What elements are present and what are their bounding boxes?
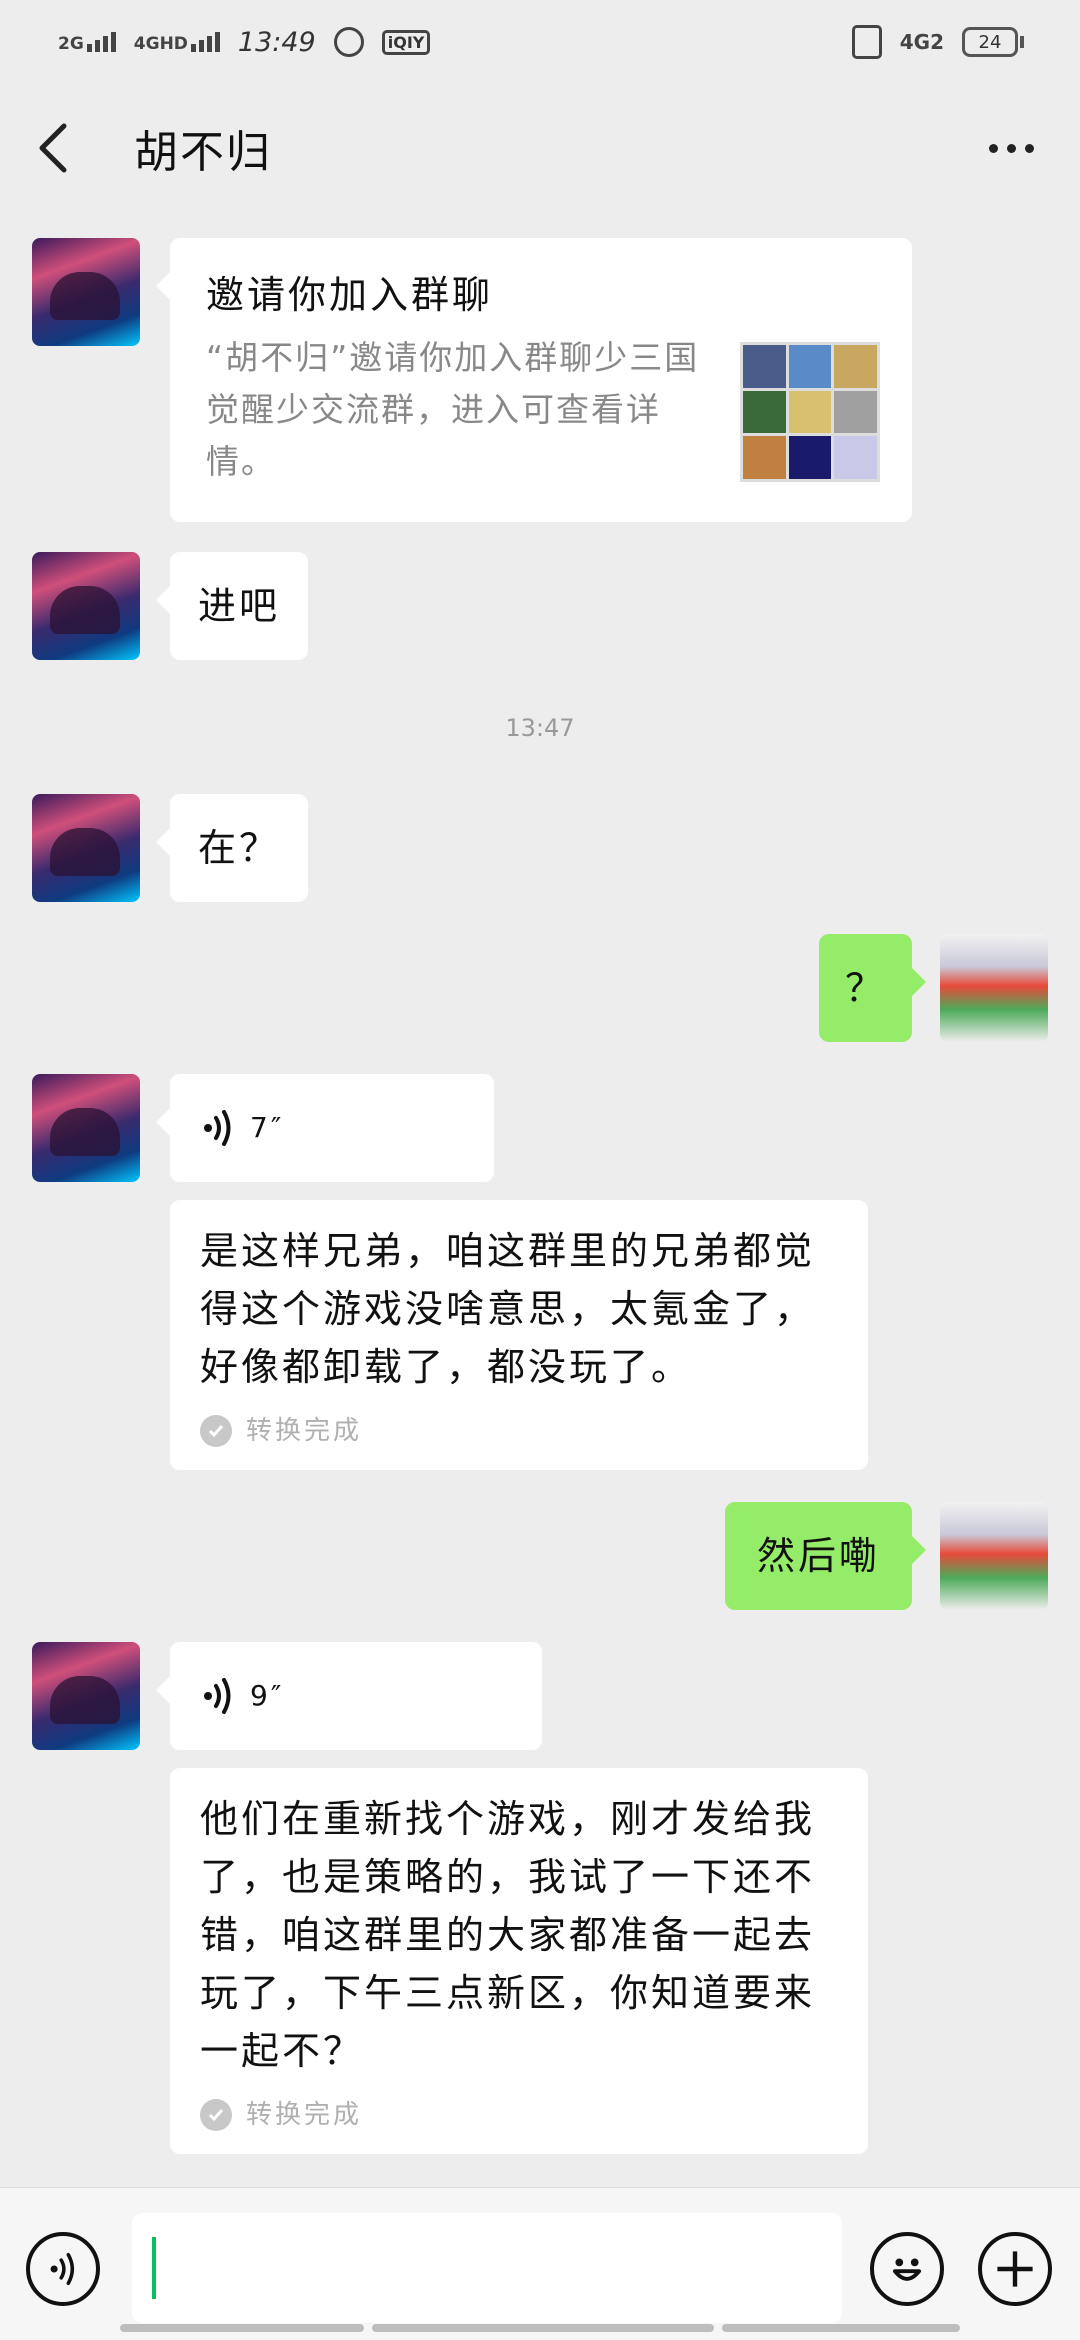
my-message-bubble[interactable]: ？ bbox=[818, 934, 927, 1042]
my-avatar[interactable] bbox=[940, 1502, 1048, 1610]
battery-level: 24 bbox=[962, 27, 1018, 57]
network-right-label: 4G2 bbox=[899, 30, 944, 54]
transcript-status-label: 转换完成 bbox=[246, 2100, 363, 2130]
group-thumbnail bbox=[788, 436, 832, 479]
back-arrow-icon[interactable] bbox=[36, 119, 94, 177]
plus-icon[interactable] bbox=[978, 2232, 1052, 2306]
message-bubble[interactable]: 进吧 bbox=[155, 552, 309, 660]
message-bubble[interactable]: 在？ bbox=[155, 794, 309, 902]
status-left: 2G 4GHD 13:49 iQIY bbox=[58, 26, 431, 58]
voice-message[interactable]: 7″ bbox=[156, 1074, 494, 1182]
group-thumbnail bbox=[743, 345, 786, 388]
voice-message[interactable]: 9″ bbox=[156, 1642, 542, 1750]
my-message-bubble[interactable]: 然后嘞 bbox=[724, 1502, 927, 1610]
text-caret bbox=[152, 2237, 156, 2299]
transcript-status-label: 转换完成 bbox=[246, 1416, 363, 1446]
status-right: 4G2 24 bbox=[851, 25, 1024, 59]
gesture-bar bbox=[120, 2324, 960, 2332]
signal-1-icon: 2G bbox=[58, 32, 116, 54]
voice-duration: 9″ bbox=[250, 1679, 285, 1712]
group-invite-card[interactable]: 邀请你加入群聊 “胡不归”邀请你加入群聊少三国觉醒少交流群，进入可查看详情。 bbox=[156, 238, 912, 522]
group-thumbnail bbox=[834, 436, 877, 479]
voice-icon[interactable] bbox=[26, 2232, 100, 2306]
transcript-status: 转换完成 bbox=[200, 2086, 838, 2144]
transcript-text: 他们在重新找个游戏，刚才发给我了，也是策略的，我试了一下还不错，咱这群里的大家都… bbox=[200, 1797, 816, 2073]
network-2-label: 4GHD bbox=[133, 34, 188, 54]
avatar[interactable] bbox=[32, 1642, 140, 1750]
check-icon bbox=[200, 2099, 232, 2131]
group-thumbnail bbox=[834, 345, 877, 388]
invite-title: 邀请你加入群聊 bbox=[206, 273, 494, 317]
network-1-label: 2G bbox=[58, 34, 84, 54]
group-thumbnail bbox=[743, 390, 786, 434]
chat-messages[interactable]: 邀请你加入群聊 “胡不归”邀请你加入群聊少三国觉醒少交流群，进入可查看详情。 进… bbox=[0, 212, 1080, 2187]
status-time: 13:49 bbox=[237, 26, 316, 58]
group-thumbnail bbox=[788, 390, 832, 434]
signal-2-icon: 4GHD bbox=[133, 32, 220, 54]
my-avatar[interactable] bbox=[940, 934, 1048, 1042]
invite-description: “胡不归”邀请你加入群聊少三国觉醒少交流群，进入可查看详情。 bbox=[206, 338, 700, 481]
chat-header: 胡不归 bbox=[0, 84, 1080, 212]
app-badge-icon: iQIY bbox=[381, 29, 431, 55]
avatar[interactable] bbox=[32, 238, 140, 346]
chat-title: 胡不归 bbox=[134, 127, 272, 178]
check-icon bbox=[200, 1415, 232, 1447]
message-input[interactable] bbox=[132, 2213, 842, 2323]
group-thumbnail bbox=[743, 436, 786, 479]
voice-wave-icon bbox=[204, 1110, 231, 1146]
voice-transcript[interactable]: 他们在重新找个游戏，刚才发给我了，也是策略的，我试了一下还不错，咱这群里的大家都… bbox=[170, 1768, 868, 2154]
avatar[interactable] bbox=[32, 552, 140, 660]
notification-q-icon bbox=[333, 27, 364, 57]
voice-wave-icon bbox=[204, 1678, 231, 1714]
more-dots-icon[interactable] bbox=[979, 134, 1044, 163]
input-bar bbox=[0, 2187, 1080, 2340]
transcript-text: 是这样兄弟，咱这群里的兄弟都觉得这个游戏没啥意思，太氪金了，好像都卸载了，都没玩… bbox=[200, 1229, 816, 1389]
vibrate-icon bbox=[851, 25, 882, 59]
emoji-icon[interactable] bbox=[870, 2232, 944, 2306]
group-thumbnail bbox=[834, 390, 877, 434]
avatar[interactable] bbox=[32, 1074, 140, 1182]
voice-transcript[interactable]: 是这样兄弟，咱这群里的兄弟都觉得这个游戏没啥意思，太氪金了，好像都卸载了，都没玩… bbox=[170, 1200, 868, 1470]
group-thumbnail-grid bbox=[740, 342, 880, 482]
timestamp: 13:47 bbox=[505, 714, 575, 742]
group-thumbnail bbox=[788, 345, 832, 388]
status-bar: 2G 4GHD 13:49 iQIY 4G2 24 bbox=[0, 0, 1080, 84]
voice-duration: 7″ bbox=[250, 1111, 285, 1144]
avatar[interactable] bbox=[32, 794, 140, 902]
battery-icon: 24 bbox=[962, 27, 1024, 57]
transcript-status: 转换完成 bbox=[200, 1402, 838, 1460]
